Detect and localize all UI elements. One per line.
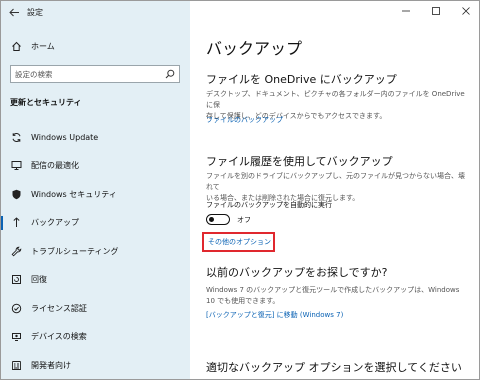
window-title: 設定 <box>27 7 43 17</box>
more-options-highlight-box: その他のオプション <box>202 232 275 252</box>
sidebar-item-find-device[interactable]: デバイスの検索 <box>1 323 190 352</box>
backup-arrow-icon <box>1 217 31 228</box>
onedrive-backup-link[interactable]: ファイルのバックアップ <box>206 115 283 125</box>
check-circle-icon <box>1 303 31 314</box>
home-label: ホーム <box>31 41 55 51</box>
settings-search-box[interactable]: 設定の検索 <box>10 65 180 83</box>
back-arrow-icon[interactable] <box>1 1 27 23</box>
toggle-knob <box>209 216 214 222</box>
onedrive-heading: ファイルを OneDrive にバックアップ <box>206 73 397 86</box>
shield-icon <box>1 189 31 200</box>
sidebar-item-developer[interactable]: 開発者向け <box>1 351 190 379</box>
wrench-icon <box>1 246 31 257</box>
auto-backup-toggle[interactable] <box>206 214 230 225</box>
home-icon <box>1 41 31 52</box>
main-content: バックアップ ファイルを OneDrive にバックアップ デスクトップ、ドキュ… <box>190 1 479 379</box>
select-option-heading: 適切なバックアップ オプションを選択してください <box>206 361 462 374</box>
sidebar-item-label: バックアップ <box>31 218 79 228</box>
close-button[interactable] <box>451 1 479 21</box>
auto-backup-label: ファイルのバックアップを自動的に実行 <box>206 201 332 209</box>
file-history-description-line: ファイルを別のドライブにバックアップし、元のファイルが見つからない場合、壊れて <box>206 172 465 191</box>
sidebar-item-label: Windows セキュリティ <box>31 189 117 199</box>
minimize-button[interactable] <box>391 1 421 21</box>
section-title: 更新とセキュリティ <box>10 98 82 107</box>
more-options-link[interactable]: その他のオプション <box>208 237 271 247</box>
file-history-heading: ファイル履歴を使用してバックアップ <box>206 155 393 168</box>
developer-icon <box>1 360 31 371</box>
sidebar-item-label: ライセンス認証 <box>31 303 87 313</box>
sidebar-item-label: デバイスの検索 <box>31 332 87 342</box>
sidebar-item-recovery[interactable]: 回復 <box>1 266 190 295</box>
recovery-icon <box>1 274 31 285</box>
maximize-icon <box>432 7 440 15</box>
toggle-state-label: オフ <box>237 215 251 224</box>
maximize-button[interactable] <box>421 1 451 21</box>
older-backup-description: Windows 7 のバックアップと復元ツールで作成したバックアップは、Wind… <box>206 285 468 307</box>
sidebar-item-activation[interactable]: ライセンス認証 <box>1 294 190 323</box>
auto-backup-toggle-row: オフ <box>206 214 251 225</box>
sidebar-nav: Windows Update 配信の最適化 Windows セキュリティ バック… <box>1 123 190 379</box>
sidebar-item-troubleshoot[interactable]: トラブルシューティング <box>1 237 190 266</box>
sidebar: 設定 ホーム 設定の検索 更新とセキュリティ Windows Update 配信… <box>1 1 190 379</box>
home-nav-item[interactable]: ホーム <box>1 37 190 55</box>
search-icon[interactable] <box>161 69 179 79</box>
sidebar-item-label: トラブルシューティング <box>31 246 119 256</box>
find-device-icon <box>1 331 31 342</box>
onedrive-description-line: デスクトップ、ドキュメント、ピクチャの各フォルダー内のファイルを OneDriv… <box>206 90 465 109</box>
window-controls <box>391 1 479 21</box>
close-icon <box>462 7 470 15</box>
titlebar: 設定 <box>1 1 190 23</box>
sidebar-item-label: 開発者向け <box>31 360 71 370</box>
sidebar-item-label: 配信の最適化 <box>31 161 79 171</box>
delivery-optimization-icon <box>1 160 31 171</box>
search-input[interactable]: 設定の検索 <box>11 69 161 80</box>
older-backup-description-line: 10 でも使用できます。 <box>206 297 280 305</box>
older-backup-description-line: Windows 7 のバックアップと復元ツールで作成したバックアップは、Wind… <box>206 286 460 294</box>
backup-restore-link[interactable]: [バックアップと復元] に移動 (Windows 7) <box>206 310 343 320</box>
sidebar-item-delivery-optimization[interactable]: 配信の最適化 <box>1 152 190 181</box>
older-backup-heading: 以前のバックアップをお探しですか? <box>206 266 388 279</box>
settings-window: 設定 ホーム 設定の検索 更新とセキュリティ Windows Update 配信… <box>0 0 480 380</box>
sidebar-item-label: Windows Update <box>31 132 99 142</box>
minimize-icon <box>402 10 410 12</box>
sync-icon <box>1 132 31 143</box>
sidebar-item-label: 回復 <box>31 275 47 285</box>
sidebar-item-windows-update[interactable]: Windows Update <box>1 123 190 152</box>
page-title: バックアップ <box>206 39 303 58</box>
sidebar-item-backup[interactable]: バックアップ <box>1 209 190 238</box>
sidebar-item-windows-security[interactable]: Windows セキュリティ <box>1 180 190 209</box>
